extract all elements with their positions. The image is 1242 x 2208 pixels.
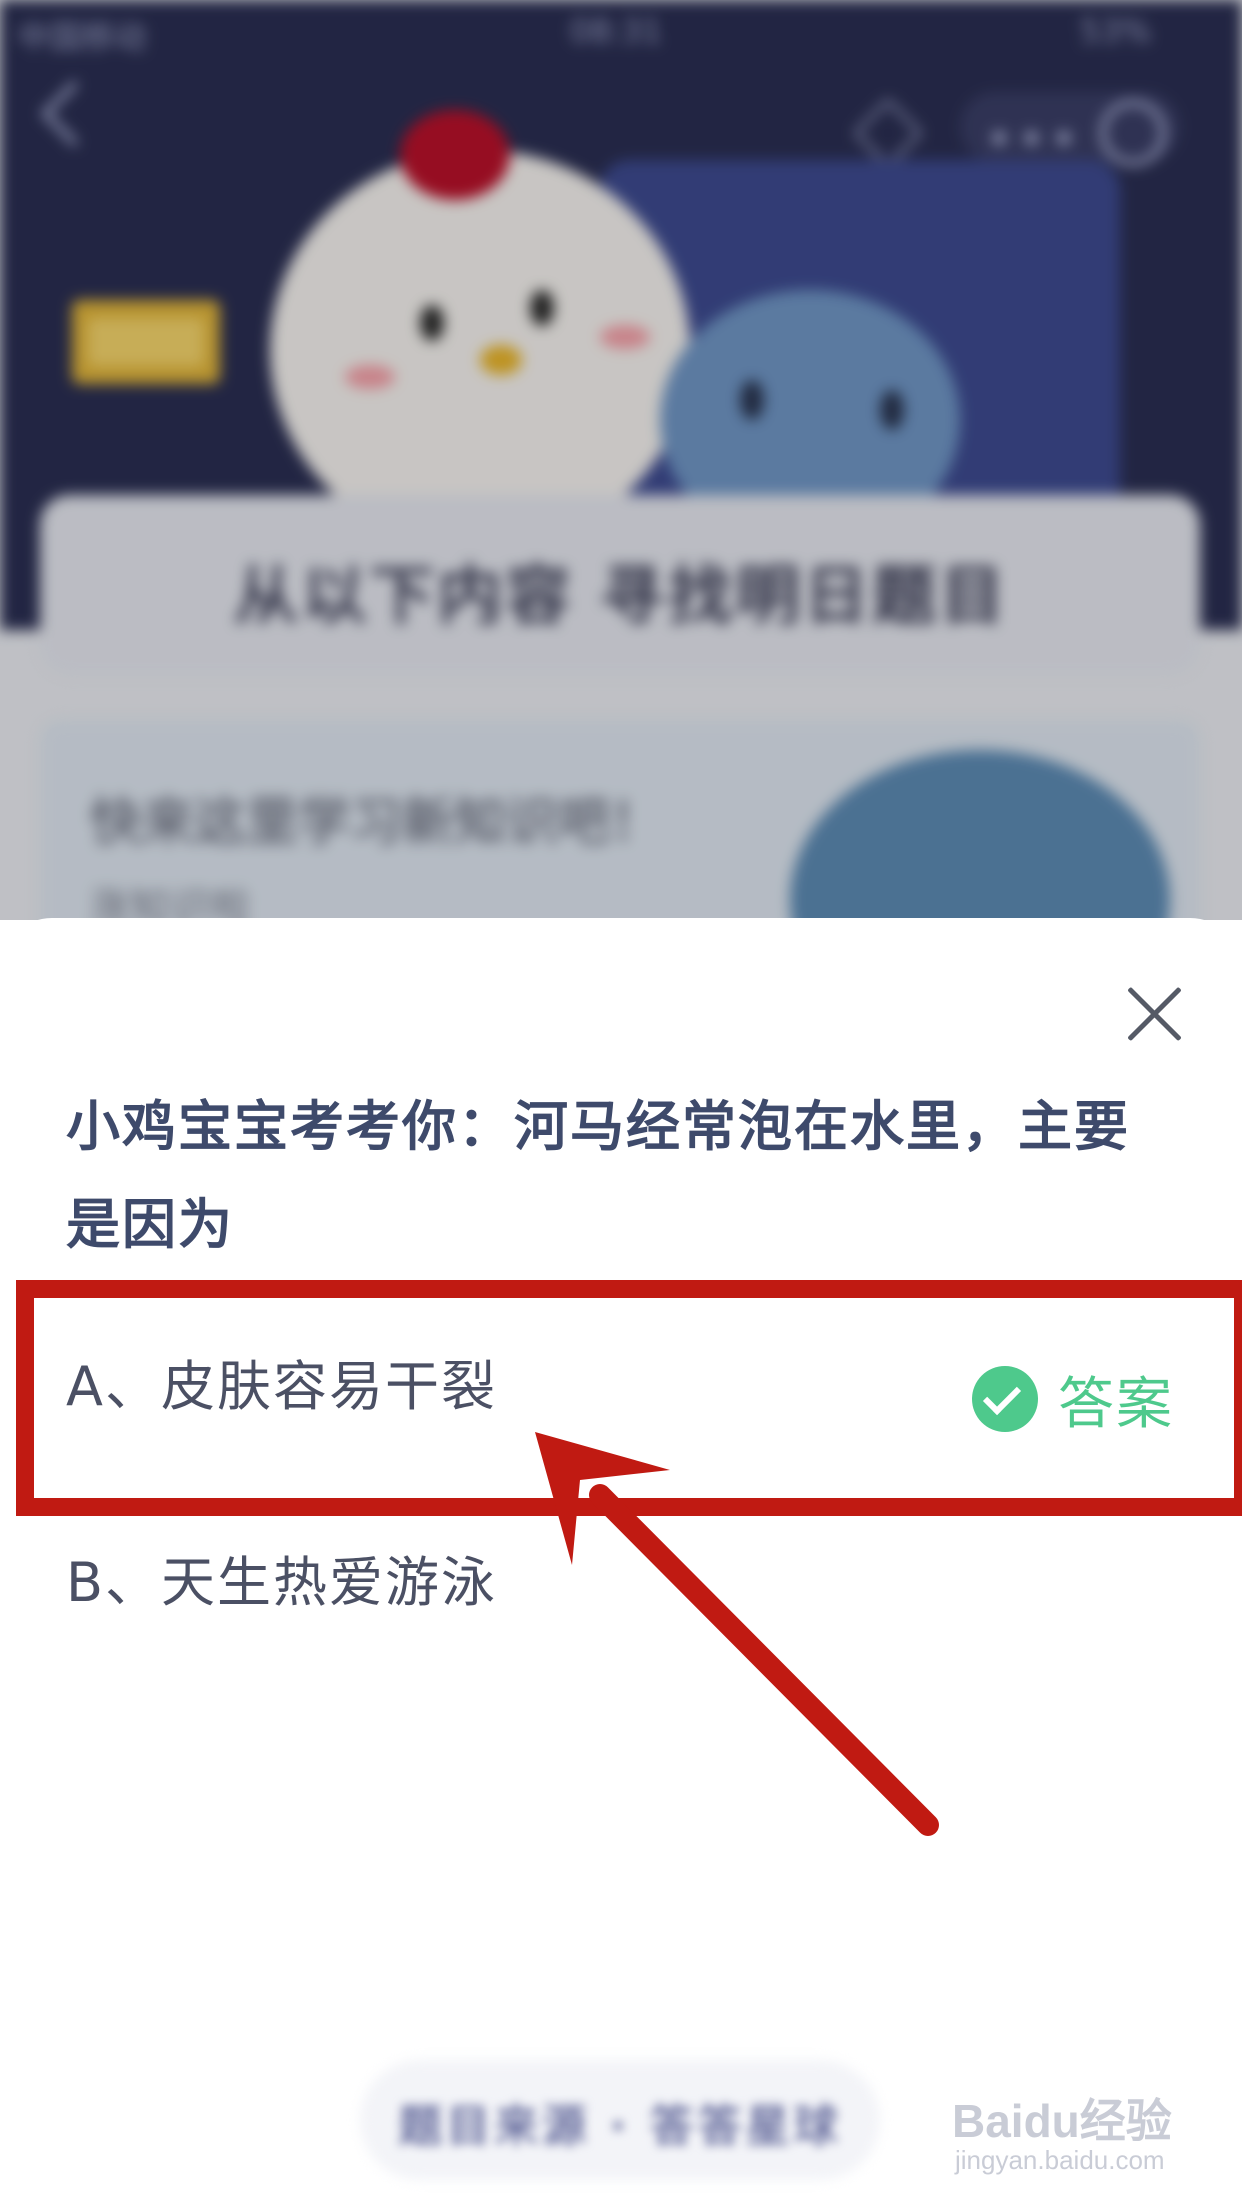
highlight-box	[16, 1280, 1242, 1516]
overlay-dim	[0, 0, 1242, 920]
background-page: 中国移动 08:31 53% ••• 从以下内容 寻找明日题目 快来这里学习新知…	[0, 0, 1242, 920]
watermark-url: jingyan.baidu.com	[955, 2145, 1165, 2175]
question-text: 小鸡宝宝考考你：河马经常泡在水里，主要是因为	[66, 1095, 1130, 1256]
watermark-brand: Baidu经验	[952, 2095, 1172, 2147]
close-icon[interactable]	[1120, 978, 1190, 1048]
source-button-label: 题目来源 · 答答星球	[398, 2101, 842, 2152]
option-b[interactable]: B、天生热爱游泳	[66, 1538, 497, 1617]
